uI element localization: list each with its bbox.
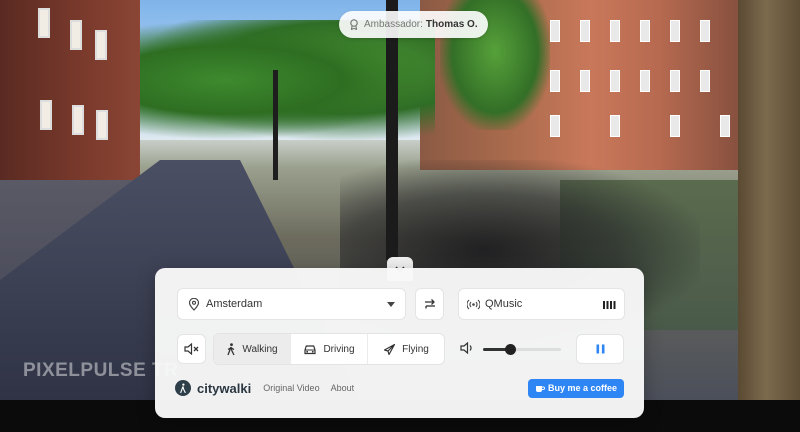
pause-icon	[596, 344, 604, 354]
mode-driving[interactable]: Driving	[291, 334, 368, 364]
car-icon	[304, 344, 317, 354]
location-pin-icon	[188, 297, 200, 311]
citywalki-logo	[175, 380, 191, 396]
shuffle-location-button[interactable]	[415, 288, 444, 320]
volume-slider[interactable]	[483, 344, 561, 355]
plane-icon	[384, 343, 396, 355]
mute-button[interactable]	[177, 334, 206, 364]
walking-icon	[227, 342, 235, 355]
brand-name: citywalki	[197, 380, 252, 396]
control-panel: Amsterdam QMusic Walking Driving Flying …	[155, 268, 644, 418]
speaker-muted-icon	[184, 343, 199, 355]
volume-slider-handle[interactable]	[505, 344, 517, 355]
mode-walking[interactable]: Walking	[214, 334, 291, 364]
ambassador-icon	[350, 19, 358, 30]
travel-mode-selector: Walking Driving Flying	[213, 333, 445, 365]
radio-station-label: QMusic	[485, 298, 523, 310]
coffee-button-label: Buy me a coffee	[547, 383, 617, 393]
swap-arrows-icon	[424, 299, 435, 309]
ambassador-badge[interactable]: Ambassador: Thomas O.	[339, 11, 488, 38]
dropdown-caret-icon	[387, 301, 395, 307]
speaker-volume-icon	[460, 342, 472, 354]
mode-walking-label: Walking	[242, 343, 278, 355]
pause-button[interactable]	[576, 334, 624, 364]
panel-footer: citywalki Original Video About Buy me a …	[175, 377, 624, 399]
mode-flying[interactable]: Flying	[368, 334, 444, 364]
walking-icon	[180, 382, 186, 393]
radio-broadcast-icon	[467, 299, 480, 309]
radio-station-select[interactable]: QMusic	[458, 288, 625, 320]
mode-flying-label: Flying	[402, 343, 429, 355]
city-select[interactable]: Amsterdam	[177, 288, 406, 320]
ambassador-label: Ambassador:	[364, 19, 423, 30]
coffee-cup-icon	[535, 385, 545, 392]
about-link[interactable]: About	[331, 383, 355, 393]
equalizer-bars-icon	[603, 300, 616, 309]
original-video-link[interactable]: Original Video	[263, 383, 319, 393]
ambassador-name: Thomas O.	[425, 19, 478, 30]
mode-driving-label: Driving	[323, 343, 355, 355]
city-select-value: Amsterdam	[206, 298, 263, 310]
buy-me-a-coffee-button[interactable]: Buy me a coffee	[527, 378, 624, 398]
